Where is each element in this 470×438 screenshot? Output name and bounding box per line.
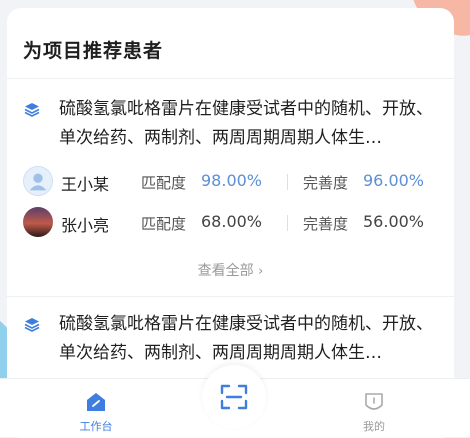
complete-value: 96.00% (363, 171, 425, 190)
layers-icon (24, 318, 40, 332)
view-all-label: 查看全部 (197, 263, 254, 279)
patient-row[interactable]: 王小某 匹配度 98.00% 完善度 96.00% (23, 166, 443, 200)
workbench-icon (87, 393, 105, 411)
match-label: 匹配度 (141, 174, 187, 192)
scan-button[interactable] (202, 365, 266, 429)
avatar (23, 207, 53, 237)
avatar (23, 166, 53, 196)
match-value: 98.00% (201, 171, 263, 190)
chevron-right-icon: › (258, 264, 264, 279)
tab-label: 我的 (363, 420, 385, 433)
tab-label: 工作台 (79, 420, 113, 433)
patient-name: 张小亮 (61, 216, 110, 235)
match-value: 68.00% (201, 212, 263, 231)
card-title: 为项目推荐患者 (23, 40, 164, 62)
trial-title: 硫酸氢氯吡格雷片在健康受试者中的随机、开放、单次给药、两制剂、两周周期周期人体生… (59, 99, 433, 148)
profile-icon (365, 393, 383, 410)
layers-icon (24, 103, 40, 117)
patient-row[interactable]: 张小亮 匹配度 68.00% 完善度 56.00% (23, 207, 443, 241)
complete-label: 完善度 (303, 174, 349, 192)
complete-value: 56.00% (363, 212, 425, 231)
tab-workbench[interactable]: 工作台 (66, 391, 126, 434)
scan-icon (220, 384, 248, 410)
separator (287, 215, 288, 231)
trial-title: 硫酸氢氯吡格雷片在健康受试者中的随机、开放、单次给药、两制剂、两周周期周期人体生… (59, 314, 433, 363)
complete-label: 完善度 (303, 215, 349, 233)
tab-profile[interactable]: 我的 (344, 391, 404, 434)
view-all-link[interactable]: 查看全部 › (7, 260, 454, 280)
divider (7, 78, 454, 79)
match-label: 匹配度 (141, 215, 187, 233)
divider (7, 296, 454, 297)
separator (287, 174, 288, 190)
patient-name: 王小某 (61, 175, 110, 194)
